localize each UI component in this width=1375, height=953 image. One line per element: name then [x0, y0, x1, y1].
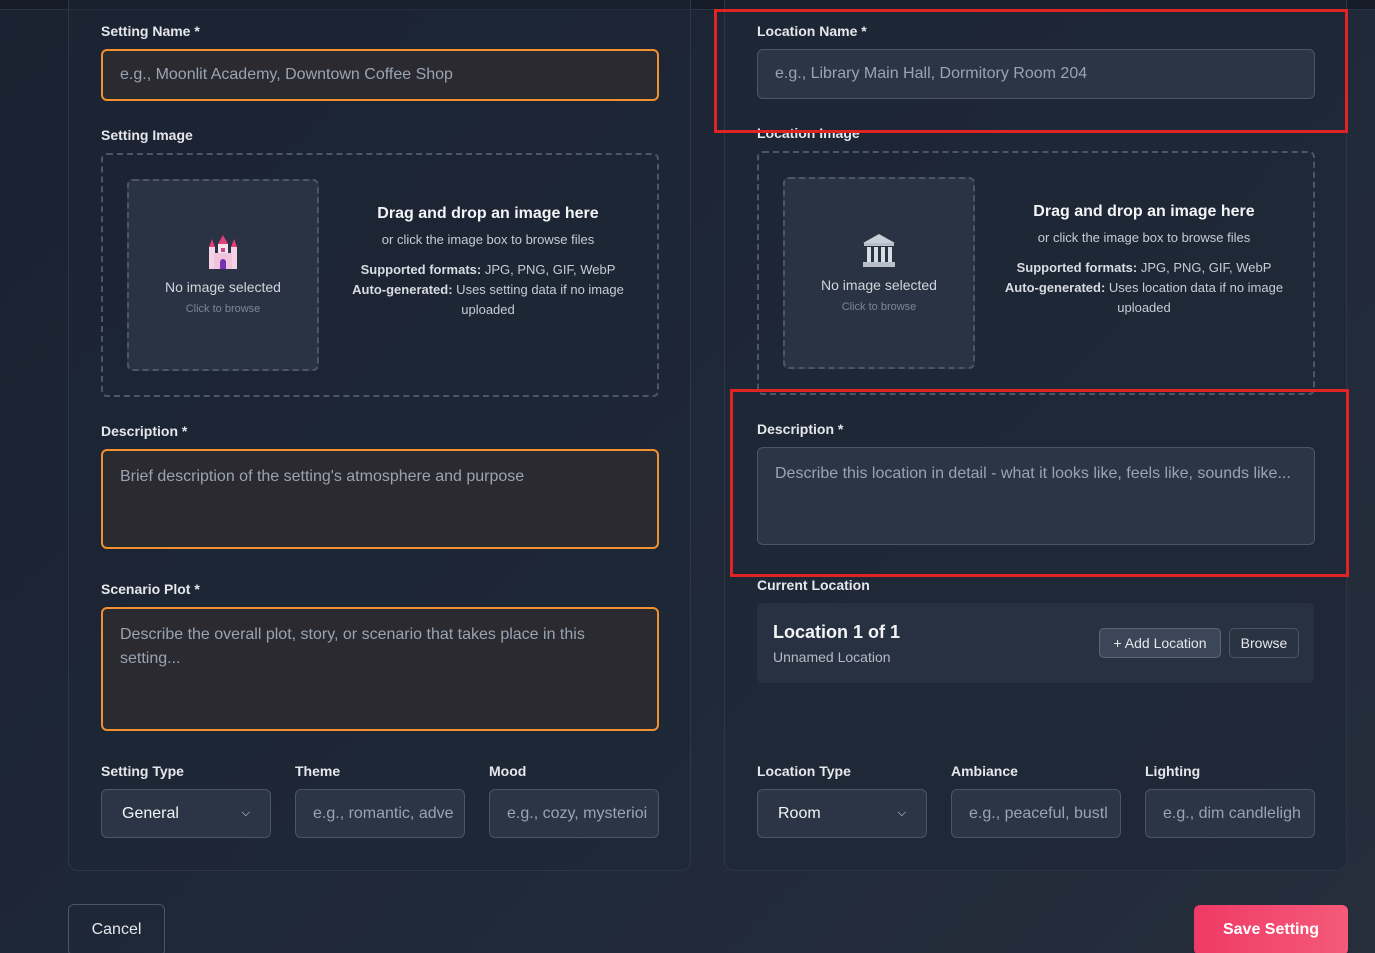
- setting-type-value: General: [122, 804, 179, 822]
- upload-notes: Supported formats: JPG, PNG, GIF, WebP A…: [1004, 258, 1284, 318]
- location-type-value: Room: [778, 804, 821, 822]
- formats-key: Supported formats:: [1016, 260, 1138, 275]
- mood-label: Mood: [489, 763, 527, 779]
- location-name-display: Unnamed Location: [773, 649, 891, 665]
- lighting-label: Lighting: [1145, 763, 1201, 779]
- chevron-down-icon: ⌵: [241, 807, 250, 819]
- click-to-browse-text: Click to browse: [185, 303, 261, 315]
- location-type-label: Location Type: [757, 763, 851, 779]
- setting-name-input[interactable]: e.g., Moonlit Academy, Downtown Coffee S…: [101, 49, 659, 101]
- lighting-input[interactable]: e.g., dim candleligh: [1145, 789, 1315, 838]
- click-to-browse-text: Click to browse: [841, 301, 917, 313]
- highlight-box-location-name: [714, 9, 1348, 133]
- auto-value: Uses setting data if no image uploaded: [452, 282, 624, 317]
- theme-label: Theme: [295, 763, 341, 779]
- upload-notes: Supported formats: JPG, PNG, GIF, WebP A…: [348, 260, 628, 320]
- scenario-plot-textarea[interactable]: Describe the overall plot, story, or sce…: [101, 607, 659, 731]
- castle-icon: [209, 235, 237, 269]
- setting-type-select[interactable]: General ⌵: [101, 789, 271, 838]
- no-image-text: No image selected: [821, 277, 937, 293]
- save-setting-button[interactable]: Save Setting: [1194, 905, 1348, 953]
- cancel-button[interactable]: Cancel: [68, 904, 165, 953]
- setting-upload-info: Drag and drop an image here or click the…: [348, 205, 628, 320]
- drag-drop-subtitle: or click the image box to browse files: [1037, 230, 1251, 245]
- location-counter: Location 1 of 1: [773, 622, 901, 642]
- scenario-plot-label: Scenario Plot *: [101, 581, 200, 597]
- location-upload-info: Drag and drop an image here or click the…: [1004, 203, 1284, 318]
- mood-input[interactable]: e.g., cozy, mysterioi: [489, 789, 659, 838]
- setting-description-textarea[interactable]: Brief description of the setting's atmos…: [101, 449, 659, 549]
- current-location-label: Current Location: [757, 577, 870, 593]
- formats-value: JPG, PNG, GIF, WebP: [1137, 260, 1272, 275]
- setting-image-label: Setting Image: [101, 127, 193, 143]
- no-image-text: No image selected: [165, 279, 281, 295]
- formats-key: Supported formats:: [360, 262, 482, 277]
- location-image-box[interactable]: No image selected Click to browse: [783, 177, 975, 369]
- setting-image-box[interactable]: No image selected Click to browse: [127, 179, 319, 371]
- setting-name-label: Setting Name *: [101, 23, 200, 39]
- add-location-button[interactable]: + Add Location: [1099, 628, 1221, 658]
- drag-drop-title: Drag and drop an image here: [1033, 203, 1255, 220]
- ambiance-label: Ambiance: [951, 763, 1018, 779]
- museum-icon: [863, 234, 895, 267]
- drag-drop-subtitle: or click the image box to browse files: [381, 232, 595, 247]
- chevron-down-icon: ⌵: [897, 807, 906, 819]
- auto-key: Auto-generated:: [352, 282, 453, 297]
- location-type-select[interactable]: Room ⌵: [757, 789, 927, 838]
- theme-input[interactable]: e.g., romantic, adve: [295, 789, 465, 838]
- formats-value: JPG, PNG, GIF, WebP: [481, 262, 616, 277]
- setting-description-label: Description *: [101, 423, 188, 439]
- auto-key: Auto-generated:: [1004, 280, 1106, 295]
- setting-type-label: Setting Type: [101, 763, 184, 779]
- highlight-box-location-description: [730, 389, 1349, 577]
- browse-locations-button[interactable]: Browse: [1229, 628, 1299, 658]
- ambiance-input[interactable]: e.g., peaceful, bustl: [951, 789, 1121, 838]
- auto-value: Uses location data if no image uploaded: [1105, 280, 1284, 315]
- drag-drop-title: Drag and drop an image here: [377, 205, 599, 222]
